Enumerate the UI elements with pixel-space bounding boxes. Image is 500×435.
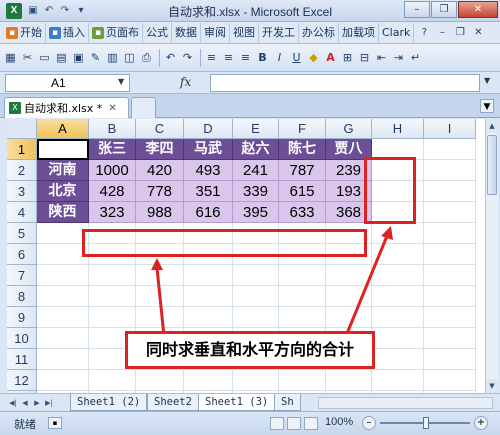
zoom-out-button[interactable]: – xyxy=(362,416,376,430)
vertical-scrollbar[interactable]: ▲ ▼ xyxy=(485,119,498,393)
first-sheet-icon[interactable]: ◀| xyxy=(8,397,18,409)
sheet-tab-sheet1-2[interactable]: Sheet1 (2) xyxy=(70,394,148,411)
prev-sheet-icon[interactable]: ◀ xyxy=(20,397,30,409)
zoom-in-button[interactable]: + xyxy=(474,416,488,430)
scroll-up-icon[interactable]: ▲ xyxy=(486,119,498,133)
arrow-to-horizontal-total xyxy=(344,235,389,337)
scroll-down-icon[interactable]: ▼ xyxy=(486,379,498,393)
next-sheet-icon[interactable]: ▶ xyxy=(32,397,42,409)
arrow-to-vertical-total xyxy=(155,267,166,337)
sheet-tab-bar: ◀| ◀ ▶ ▶| Sheet1 (2) Sheet2 Sheet1 (3) S… xyxy=(0,393,500,411)
sheet-tab-partial[interactable]: Sh xyxy=(274,394,301,411)
vertical-scroll-thumb[interactable] xyxy=(487,135,497,195)
status-ready: 就绪 xyxy=(14,418,36,431)
sheet-tab-sheet1-3[interactable]: Sheet1 (3) xyxy=(198,394,276,411)
last-sheet-icon[interactable]: ▶| xyxy=(44,397,54,409)
macro-record-icon[interactable]: ▪ xyxy=(48,417,62,429)
normal-view-icon[interactable] xyxy=(270,417,284,430)
arrow-head-vertical xyxy=(151,258,163,270)
page-break-view-icon[interactable] xyxy=(304,417,318,430)
status-bar: 就绪 ▪ 100% – + xyxy=(0,411,500,435)
annotation-callout: 同时求垂直和水平方向的合计 xyxy=(125,331,375,369)
zoom-slider-thumb[interactable] xyxy=(423,417,429,429)
horizontal-scrollbar[interactable] xyxy=(318,397,493,409)
zoom-level[interactable]: 100% xyxy=(325,416,353,428)
page-layout-view-icon[interactable] xyxy=(287,417,301,430)
sheet-tab-sheet2[interactable]: Sheet2 xyxy=(147,394,199,411)
arrow-head-horizontal xyxy=(381,226,393,240)
annotation-arrows xyxy=(151,226,393,337)
